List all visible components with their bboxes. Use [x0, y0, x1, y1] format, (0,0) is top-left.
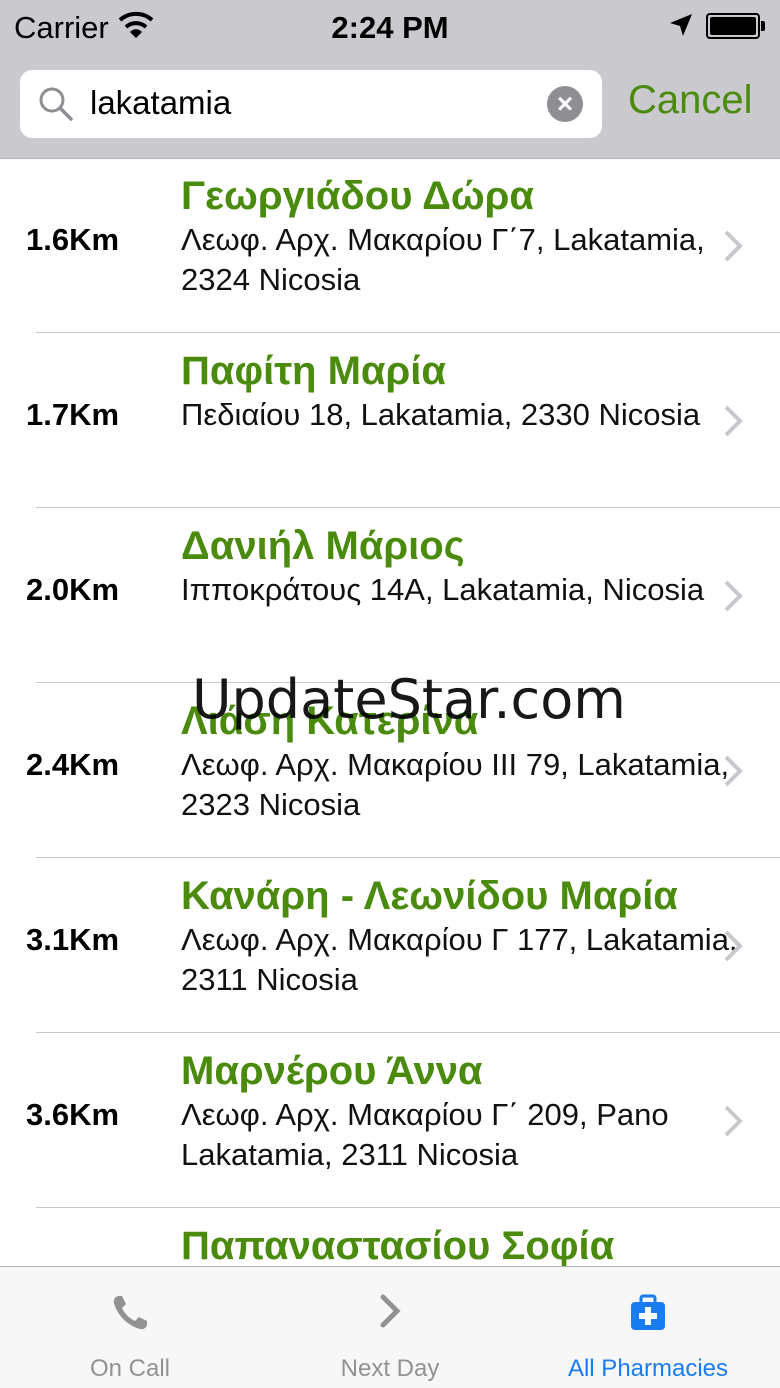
pharmacy-name: Παφίτη Μαρία [181, 349, 446, 393]
pharmacy-row[interactable]: 2.0Km Δανιήλ Μάριος Ιπποκράτους 14Α, Lak… [0, 508, 780, 683]
status-bar: Carrier 2:24 PM [0, 0, 780, 54]
tab-next-day[interactable]: Next Day [290, 1267, 490, 1388]
battery-icon [706, 13, 765, 39]
search-input[interactable]: lakatamia × [20, 70, 602, 138]
pharmacy-name: Δανιήλ Μάριος [181, 524, 465, 568]
chevron-right-icon [724, 755, 743, 787]
search-query-text[interactable]: lakatamia [90, 84, 231, 122]
tab-on-call[interactable]: On Call [30, 1267, 230, 1388]
chevron-right-icon [724, 230, 743, 262]
tab-label: On Call [89, 1355, 171, 1382]
distance-label: 3.1Km [26, 922, 120, 957]
pharmacy-row[interactable]: 1.6Km Γεωργιάδου Δώρα Λεωφ. Αρχ. Μακαρίο… [0, 158, 780, 333]
medical-kit-icon [631, 1294, 665, 1330]
search-bar: lakatamia × Cancel [0, 54, 780, 159]
tab-label: Next Day [340, 1355, 440, 1382]
pharmacy-address: Λεωφ. Αρχ. Μακαρίου Γ΄7, Lakatamia, 2324… [181, 222, 705, 297]
tab-label: All Pharmacies [567, 1355, 729, 1382]
tab-all-pharmacies[interactable]: All Pharmacies [548, 1267, 748, 1388]
location-arrow-icon [670, 14, 692, 36]
pharmacy-row[interactable]: 3.1Km Κανάρη - Λεωνίδου Μαρία Λεωφ. Αρχ.… [0, 858, 780, 1033]
pharmacy-row[interactable]: 3.6Km Μαρνέρου Άννα Λεωφ. Αρχ. Μακαρίου … [0, 1033, 780, 1208]
pharmacy-address: Πεδιαίου 18, Lakatamia, 2330 Nicosia [181, 397, 701, 432]
chevron-right-icon [724, 405, 743, 437]
pharmacy-name: Παπαναστασίου Σοφία [181, 1224, 615, 1266]
phone-icon [113, 1296, 147, 1330]
pharmacy-address: Ιπποκράτους 14Α, Lakatamia, Nicosia [181, 572, 705, 607]
pharmacy-name: Κανάρη - Λεωνίδου Μαρία [181, 874, 678, 918]
distance-label: 3.6Km [26, 1097, 120, 1132]
pharmacy-address: Λεωφ. Αρχ. Μακαρίου Γ΄ 209, Pano Lakatam… [181, 1097, 669, 1172]
pharmacy-row[interactable]: Παπαναστασίου Σοφία [0, 1208, 780, 1266]
search-icon [39, 87, 73, 121]
distance-label: 1.7Km [26, 397, 120, 432]
pharmacy-address: Λεωφ. Αρχ. Μακαρίου Γ 177, Lakatamia, 23… [181, 922, 738, 997]
pharmacy-name: Γεωργιάδου Δώρα [181, 174, 534, 218]
watermark: UpdateStar.com [192, 668, 626, 731]
distance-label: 2.4Km [26, 747, 120, 782]
pharmacy-address: Λεωφ. Αρχ. Μακαρίου ΙΙΙ 79, Lakatamia, 2… [181, 747, 730, 822]
pharmacy-name: Μαρνέρου Άννα [181, 1049, 483, 1093]
pharmacy-row[interactable]: 1.7Km Παφίτη Μαρία Πεδιαίου 18, Lakatami… [0, 333, 780, 508]
cancel-button[interactable]: Cancel [628, 78, 753, 123]
chevron-right-icon [724, 580, 743, 612]
chevron-right-icon [380, 1294, 401, 1328]
distance-label: 2.0Km [26, 572, 120, 607]
chevron-right-icon [724, 1105, 743, 1137]
tab-bar: On Call Next Day All Pharmacies [0, 1266, 780, 1388]
chevron-right-icon [724, 930, 743, 962]
distance-label: 1.6Km [26, 222, 120, 257]
clock: 2:24 PM [331, 10, 449, 45]
clear-search-button[interactable]: × [547, 86, 583, 122]
